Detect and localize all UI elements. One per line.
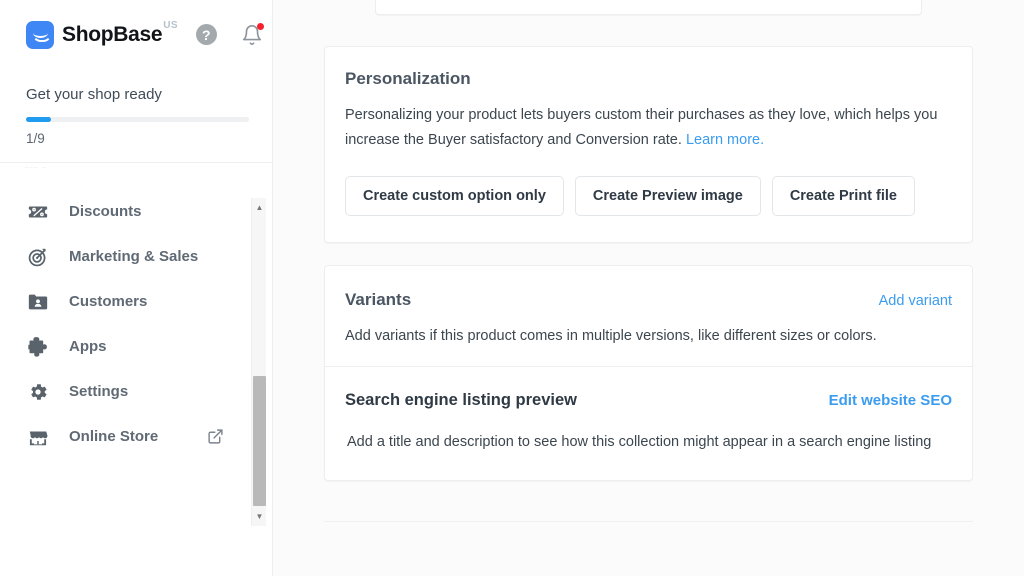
variants-section: Variants Add variant Add variants if thi… (325, 266, 972, 366)
sidebar-nav-scroll-area: --- - Discounts (0, 163, 272, 503)
onboarding-progress-label: 1/9 (26, 131, 45, 146)
onboarding-panel: Get your shop ready 1/9 (0, 52, 272, 146)
customers-folder-icon (26, 290, 50, 314)
onboarding-progress-bar (26, 117, 249, 122)
sidebar-clipped-label: --- - (24, 163, 47, 168)
scroll-up-arrow-icon[interactable]: ▲ (252, 200, 267, 215)
brand-region-label: US (163, 20, 178, 31)
add-variant-link[interactable]: Add variant (879, 293, 952, 309)
seo-title: Search engine listing preview (345, 391, 577, 409)
scrollbar-thumb[interactable] (253, 376, 266, 506)
page-title: Personalization (345, 69, 471, 88)
content-bottom-divider (324, 521, 973, 522)
discount-tag-icon (26, 200, 50, 224)
sidebar-clipped-row[interactable]: --- - (0, 163, 272, 185)
onboarding-title: Get your shop ready (26, 86, 162, 103)
seo-description: Add a title and description to see how t… (347, 434, 932, 450)
bell-icon[interactable] (241, 22, 264, 46)
sidebar-scrollbar[interactable]: ▲ ▼ (251, 198, 266, 526)
variants-description: Add variants if this product comes in mu… (345, 328, 877, 344)
seo-header: Search engine listing preview Edit websi… (345, 391, 952, 410)
variants-header: Variants Add variant (345, 290, 952, 310)
seo-preview-section: Search engine listing preview Edit websi… (325, 366, 972, 480)
sidebar-nav-list: Discounts Marketing & Sales Customers Ap… (0, 185, 272, 459)
sidebar-item-marketing-and-sales[interactable]: Marketing & Sales (0, 234, 272, 279)
shopbase-logo-icon[interactable] (26, 20, 54, 49)
personalization-card: Personalization Personalizing your produ… (324, 46, 973, 243)
create-preview-image-button[interactable]: Create Preview image (574, 176, 761, 216)
edit-website-seo-link[interactable]: Edit website SEO (829, 392, 952, 409)
sidebar: ShopBase US ? Get your shop ready 1/9 --… (0, 0, 273, 576)
help-question-icon[interactable]: ? (195, 24, 217, 45)
sidebar-item-label: Discounts (69, 203, 142, 220)
gear-icon (26, 380, 50, 404)
sidebar-item-label: Settings (69, 383, 129, 400)
sidebar-item-label: Online Store (69, 428, 159, 445)
sidebar-item-settings[interactable]: Settings (0, 369, 272, 414)
personalization-description: Personalizing your product lets buyers c… (325, 103, 972, 153)
target-icon (26, 245, 50, 269)
puzzle-piece-icon (26, 335, 50, 359)
create-print-file-button[interactable]: Create Print file (771, 176, 915, 216)
variants-card: Variants Add variant Add variants if thi… (324, 265, 973, 481)
sidebar-item-apps[interactable]: Apps (0, 324, 272, 369)
sidebar-header: ShopBase US ? (0, 0, 272, 52)
app-root: ShopBase US ? Get your shop ready 1/9 --… (0, 0, 1024, 576)
variants-title: Variants (345, 290, 412, 309)
external-link-icon[interactable] (207, 428, 224, 445)
sidebar-item-online-store[interactable]: Online Store (0, 414, 272, 459)
sidebar-item-discounts[interactable]: Discounts (0, 189, 272, 234)
sidebar-item-label: Marketing & Sales (69, 248, 199, 265)
personalization-actions: Create custom option only Create Preview… (325, 176, 972, 216)
brand-name: ShopBase (62, 22, 163, 46)
learn-more-link[interactable]: Learn more. (686, 132, 764, 148)
sidebar-item-label: Customers (69, 293, 148, 310)
storefront-icon (26, 425, 50, 449)
sidebar-item-label: Apps (69, 338, 107, 355)
onboarding-progress-fill (26, 117, 51, 122)
notification-badge-dot (256, 22, 264, 30)
create-custom-option-only-button[interactable]: Create custom option only (345, 176, 564, 216)
scroll-down-arrow-icon[interactable]: ▼ (252, 509, 267, 524)
personalization-description-text: Personalizing your product lets buyers c… (345, 107, 938, 148)
card-above-cut-off (375, 0, 922, 15)
sidebar-item-customers[interactable]: Customers (0, 279, 272, 324)
main-content: Personalization Personalizing your produ… (273, 0, 1024, 576)
